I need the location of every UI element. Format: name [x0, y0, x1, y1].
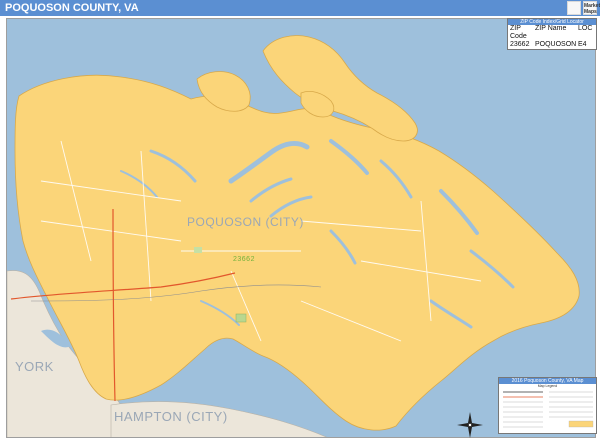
- map-area[interactable]: POQUOSON (CITY) 23662 YORK HAMPTON (CITY…: [6, 18, 596, 438]
- zip-label: 23662: [233, 256, 255, 263]
- logo-text: Market Maps: [583, 1, 600, 15]
- compass-rose: [457, 412, 483, 438]
- legend-swatches: [503, 391, 594, 428]
- logo-mark: [567, 1, 581, 15]
- york-label: YORK: [15, 359, 54, 374]
- table-row: 23662 POQUOSON E4: [510, 41, 587, 48]
- park-area: [235, 313, 247, 323]
- city-label: POQUOSON (CITY): [187, 215, 304, 229]
- land-poquoson: [14, 74, 580, 431]
- zip-index-table: ZIP Code Index/Grid Locator ZIP Code ZIP…: [507, 18, 597, 50]
- hampton-label: HAMPTON (CITY): [114, 409, 228, 424]
- map-legend: 2016 Poquoson County, VA Map Map Legend: [498, 377, 597, 434]
- map-title: POQUOSON COUNTY, VA: [5, 2, 139, 14]
- publisher-logo: Market Maps: [567, 1, 600, 15]
- zip-table-header-row: ZIP Code ZIP Name LOC: [510, 25, 593, 40]
- park-area-2: [194, 247, 202, 253]
- title-bar: POQUOSON COUNTY, VA: [0, 0, 600, 16]
